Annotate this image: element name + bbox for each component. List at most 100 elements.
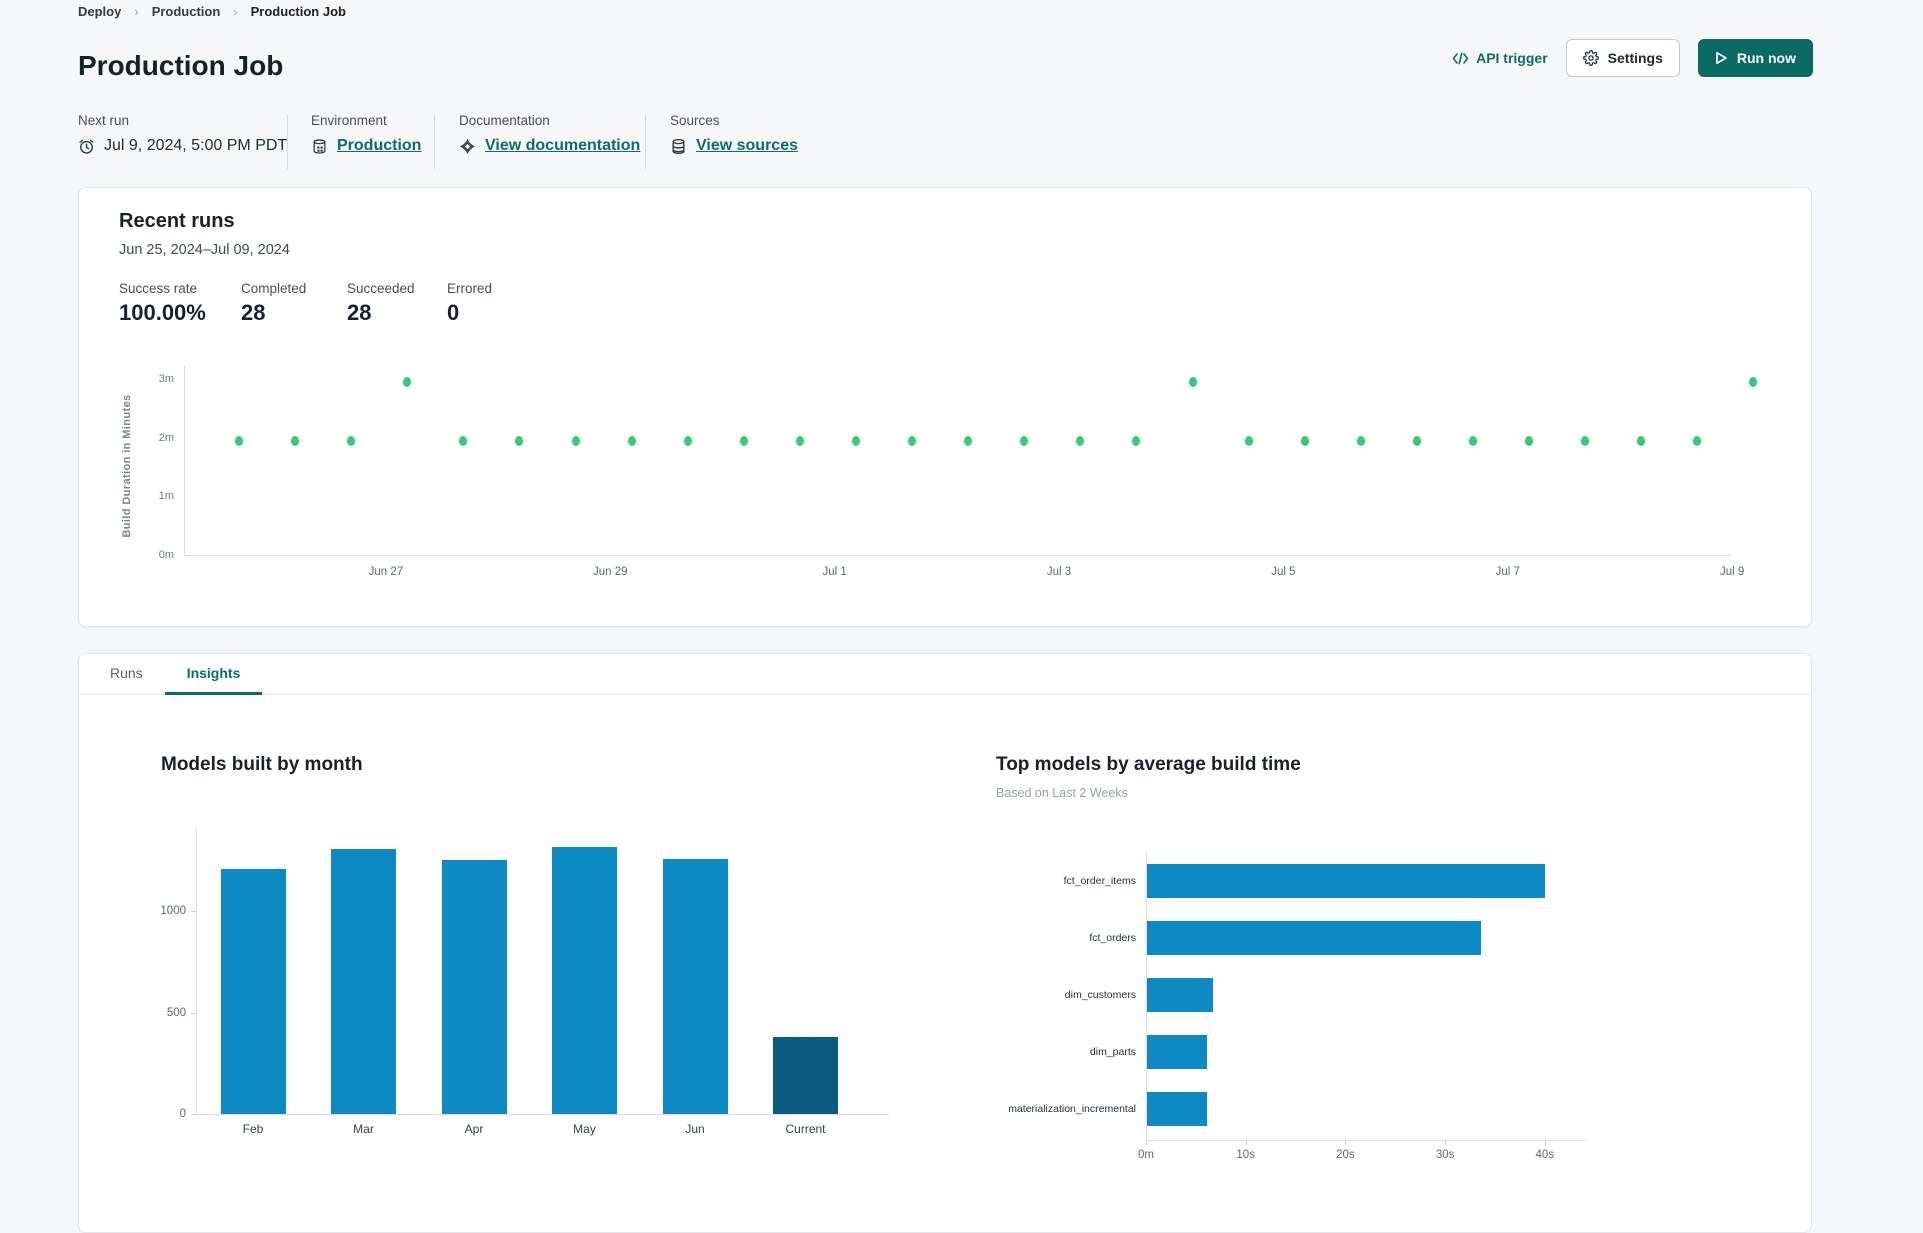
run-data-point[interactable] (795, 435, 804, 446)
bar-y-tick-mark (191, 1114, 196, 1115)
dbt-icon (459, 138, 476, 155)
scatter-y-axis-label: Build Duration in Minutes (121, 394, 133, 538)
meta-link[interactable]: View documentation (485, 137, 640, 155)
run-data-point[interactable] (1468, 435, 1477, 446)
meta-label: Documentation (459, 113, 550, 128)
hbar-fct_order_items[interactable] (1147, 864, 1545, 898)
breadcrumb-item-production-job: Production Job (250, 4, 346, 19)
bar-y-tick-label: 500 (166, 1006, 186, 1019)
run-data-point[interactable] (1749, 376, 1758, 387)
hbar-x-tick-label: 30s (1435, 1149, 1455, 1161)
scatter-x-tick-label: Jun 29 (593, 566, 628, 578)
run-data-point[interactable] (627, 435, 636, 446)
api-trigger-link[interactable]: API trigger (1452, 50, 1548, 66)
hbar-x-tick-mark (1345, 1140, 1347, 1145)
scatter-x-tick-label: Jul 3 (1046, 566, 1072, 578)
run-data-point[interactable] (1076, 435, 1085, 446)
hbar-x-tick-label: 20s (1336, 1149, 1355, 1161)
hbar-dim_parts[interactable] (1147, 1035, 1207, 1069)
bar-jun[interactable] (662, 859, 728, 1114)
run-data-point[interactable] (234, 435, 243, 446)
hbar-x-tick-label: 10s (1236, 1149, 1255, 1161)
build-duration-chart: Build Duration in Minutes 0m 1m 2m 3m Jun 27 J… (79, 188, 1811, 626)
run-data-point[interactable] (1412, 435, 1421, 446)
run-data-point[interactable] (1693, 435, 1702, 446)
scatter-y-axis-line (184, 364, 185, 556)
run-data-point[interactable] (683, 435, 692, 446)
run-data-point[interactable] (908, 435, 917, 446)
tab-insights[interactable]: Insights (164, 654, 263, 695)
bar-mar[interactable] (331, 849, 396, 1114)
header-actions: API trigger Settings Run now (1452, 39, 1813, 77)
run-data-point[interactable] (739, 435, 748, 446)
environment-icon (311, 138, 328, 155)
hbar-x-tick-mark (1544, 1140, 1546, 1145)
meta-section-sources: Sources View sources (670, 113, 798, 155)
run-data-point[interactable] (1300, 435, 1309, 446)
job-meta-row: Next run Jul 9, 2024, 5:00 PM PDT Environm… (78, 113, 1812, 171)
hbar-category-label: fct_orders (1089, 932, 1136, 944)
run-data-point[interactable] (1637, 435, 1646, 446)
run-data-point[interactable] (291, 435, 300, 446)
breadcrumb-item-production[interactable]: Production (152, 4, 221, 19)
recent-runs-card: Recent runs Jun 25, 2024–Jul 09, 2024 Su… (78, 187, 1812, 627)
scatter-y-tick-label: 2m (158, 431, 174, 444)
bar-category-label: May (573, 1122, 596, 1136)
database-icon (670, 138, 687, 155)
meta-value: Jul 9, 2024, 5:00 PM PDT (78, 137, 287, 155)
run-data-point[interactable] (571, 435, 580, 446)
scatter-x-axis-line (184, 555, 1731, 556)
meta-value: Production (311, 137, 421, 155)
scatter-y-tick-label: 1m (158, 490, 174, 503)
scatter-x-tick-label: Jul 7 (1495, 566, 1520, 578)
hbar-fct_orders[interactable] (1147, 921, 1481, 955)
breadcrumb-item-deploy[interactable]: Deploy (78, 4, 121, 19)
bar-current[interactable] (773, 1036, 838, 1114)
run-data-point[interactable] (964, 435, 973, 446)
meta-section-environment: Environment Production (311, 113, 421, 155)
run-data-point[interactable] (1581, 435, 1590, 446)
run-data-point[interactable] (1525, 435, 1534, 446)
run-data-point[interactable] (851, 435, 860, 446)
bar-category-label: Current (785, 1122, 826, 1136)
meta-value: View documentation (459, 137, 640, 155)
breadcrumb-separator: › (233, 4, 238, 19)
run-data-point[interactable] (1188, 376, 1197, 387)
run-data-point[interactable] (1132, 435, 1141, 446)
run-data-point[interactable] (515, 435, 524, 446)
hbar-dim_customers[interactable] (1147, 978, 1213, 1012)
meta-text: Jul 9, 2024, 5:00 PM PDT (104, 137, 288, 154)
bar-may[interactable] (552, 847, 617, 1114)
meta-link[interactable]: View sources (696, 137, 798, 155)
hbar-materialization_incremental[interactable] (1147, 1092, 1207, 1126)
hbar-x-tick-label: 40s (1535, 1149, 1555, 1161)
hbar-category-label: dim_parts (1089, 1046, 1136, 1058)
run-data-point[interactable] (459, 435, 468, 446)
hbar-x-axis-line (1146, 1140, 1585, 1141)
tab-runs[interactable]: Runs (88, 654, 165, 695)
hbar-category-label: fct_order_items (1063, 875, 1136, 887)
api-trigger-label: API trigger (1476, 50, 1548, 66)
bar-y-axis-line (196, 828, 197, 1115)
run-data-point[interactable] (1244, 435, 1253, 446)
run-now-button[interactable]: Run now (1697, 39, 1813, 77)
bar-apr[interactable] (441, 860, 507, 1114)
meta-link[interactable]: Production (337, 137, 421, 155)
meta-label: Sources (670, 113, 720, 128)
bar-feb[interactable] (220, 869, 286, 1114)
run-data-point[interactable] (1020, 435, 1029, 446)
settings-button[interactable]: Settings (1565, 39, 1680, 77)
code-icon (1452, 52, 1469, 65)
meta-section-next-run: Next run Jul 9, 2024, 5:00 PM PDT (78, 113, 287, 155)
bar-x-axis-line (196, 1114, 889, 1115)
run-data-point[interactable] (1356, 435, 1365, 446)
scatter-y-tick-label: 3m (158, 372, 174, 385)
scatter-x-tick-label: Jun 27 (368, 566, 404, 578)
run-data-point[interactable] (347, 435, 356, 446)
bar-y-tick-mark (191, 911, 196, 912)
page-title: Production Job (78, 50, 284, 81)
clock-icon (78, 138, 95, 155)
bar-category-label: Feb (242, 1122, 264, 1136)
run-data-point[interactable] (403, 376, 412, 387)
play-icon (1715, 51, 1728, 65)
